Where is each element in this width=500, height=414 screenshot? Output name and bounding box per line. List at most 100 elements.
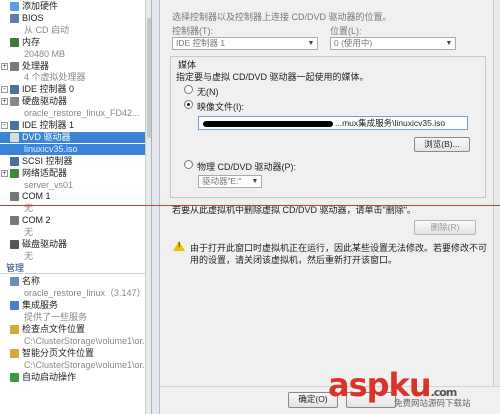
paging-folder-icon [10, 349, 19, 358]
dvd-drive-icon [10, 132, 19, 142]
tree-item[interactable]: DVD 驱动器 [0, 131, 148, 143]
autostart-icon [10, 373, 19, 382]
media-image-file-radio[interactable] [184, 100, 193, 109]
integration-services-icon [10, 301, 19, 310]
tree-item-label: 无 [24, 227, 34, 238]
hardware-tree-pane: 添加硬件 BIOS 从 CD 启动 内存 20480 MB + 处理器 4 个虚拟处理器 - ID… [0, 0, 152, 414]
image-file-path-input[interactable]: ...mux集成服务\linuxicv35.iso [198, 116, 468, 130]
tree-item[interactable]: + 硬盘驱动器 [0, 96, 148, 107]
tree-item-detail: C:\ClusterStorage\volume1\or... [0, 336, 150, 347]
tree-item-label: 集成服务 [22, 300, 59, 310]
expand-icon[interactable]: + [1, 169, 8, 177]
dvd-drive-settings-pane: 选择控制器以及控制器上连接 CD/DVD 驱动器的位置。 控制器(T): IDE… [160, 0, 500, 414]
warning-icon [173, 241, 185, 251]
browse-button[interactable]: 浏览(B)... [414, 137, 470, 152]
tree-item-label: 硬盘驱动器 [22, 96, 68, 107]
controller-select[interactable]: IDE 控制器 1 ▼ [172, 37, 318, 50]
hard-drive-icon [10, 97, 19, 107]
physical-drive-select[interactable]: 驱动器"E:" ▼ [198, 175, 262, 188]
running-vm-warning-line-2: 用的设置，请关闭该虚拟机，然后重新打开该窗口。 [190, 255, 398, 265]
image-file-path-value: ...mux集成服务\linuxicv35.iso [335, 118, 446, 128]
tree-item-label: COM 2 [22, 215, 51, 226]
tree-item-label: 4 个虚拟处理器 [24, 72, 86, 83]
floppy-drive-icon [10, 240, 19, 249]
tree-item[interactable]: 磁盘驱动器 [0, 239, 148, 250]
physical-drive-select-value: 驱动器"E:" [202, 176, 242, 186]
media-physical-drive-radio[interactable] [184, 160, 193, 169]
redacted-path-mark [203, 120, 333, 127]
tree-item-label: DVD 驱动器 [22, 131, 71, 142]
watermark-caption: 免费网站源码下载站 [394, 398, 471, 408]
tree-item[interactable]: 集成服务 [0, 300, 148, 311]
tree-item[interactable]: BIOS [0, 13, 148, 24]
tree-item-label: 检查点文件位置 [22, 324, 86, 334]
checkpoint-folder-icon [10, 325, 19, 334]
add-hardware-icon [10, 2, 19, 11]
media-none-label: 无(N) [197, 87, 219, 97]
controller-label: 控制器(T): [172, 26, 213, 36]
tree-item-detail: 4 个虚拟处理器 [0, 72, 148, 83]
media-none-radio[interactable] [184, 85, 193, 94]
tree-item-detail: 提供了一些服务 [0, 312, 148, 323]
tree-item[interactable]: - IDE 控制器 0 [0, 84, 148, 95]
name-icon [10, 277, 19, 286]
tree-item-label: linuxicv35.iso [24, 143, 78, 154]
tree-item[interactable]: 智能分页文件位置 [0, 348, 148, 359]
tree-item-label: oracle_restore_linux（3.147） [24, 288, 146, 298]
tree-item-label: SCSI 控制器 [22, 155, 73, 166]
tree-item-label: 20480 MB [24, 48, 66, 59]
tree-item-label: 添加硬件 [22, 1, 59, 11]
tree-item-label: 网络适配器 [22, 167, 68, 178]
tree-item[interactable]: COM 1 [0, 191, 148, 202]
tree-item[interactable]: 名称 [0, 276, 148, 287]
tree-item-label: 内存 [22, 36, 41, 47]
tree-item[interactable]: - IDE 控制器 1 [0, 120, 148, 131]
com-port-icon [10, 216, 19, 226]
tree-item[interactable]: 自动启动操作 [0, 372, 148, 383]
settings-scrollbar[interactable] [493, 0, 500, 386]
bios-icon [10, 13, 19, 23]
media-physical-drive-label: 物理 CD/DVD 驱动器(P): [197, 162, 297, 172]
tree-item-label: 智能分页文件位置 [22, 348, 95, 358]
tree-item-label: 自动启动操作 [22, 372, 77, 382]
tree-scrollbar[interactable] [145, 0, 151, 414]
chevron-down-icon: ▼ [445, 40, 453, 47]
tree-item-detail: oracle_restore_linux_FD42... [0, 108, 148, 119]
memory-icon [10, 37, 19, 47]
ide-controller-icon [10, 121, 19, 130]
tree-item-detail: linuxicv35.iso [0, 143, 148, 155]
chevron-down-icon: ▼ [251, 178, 259, 185]
tree-item-label: 从 CD 启动 [24, 24, 70, 35]
collapse-icon[interactable]: - [1, 86, 8, 94]
ide-controller-icon [10, 85, 19, 95]
tree-item-detail: 无 [0, 251, 148, 262]
tree-item[interactable]: COM 2 [0, 215, 148, 226]
tree-item[interactable]: + 处理器 [0, 61, 148, 72]
tree-item-label: 提供了一些服务 [24, 312, 88, 322]
remove-button[interactable]: 删除(R) [414, 220, 476, 235]
media-image-file-label: 映像文件(I): [197, 102, 244, 112]
location-select-value: 0 (使用中) [334, 38, 373, 48]
network-adapter-icon [10, 168, 19, 178]
pane-divider[interactable] [152, 0, 160, 414]
annotation-red-line [0, 205, 500, 206]
management-section-title: 管理 [0, 263, 148, 274]
location-select[interactable]: 0 (使用中) ▼ [330, 37, 456, 50]
tree-item-label: IDE 控制器 1 [22, 120, 75, 130]
location-instruction: 选择控制器以及控制器上连接 CD/DVD 驱动器的位置。 [172, 12, 392, 22]
tree-item-label: 处理器 [22, 60, 50, 71]
chevron-down-icon: ▼ [307, 40, 315, 47]
collapse-icon[interactable]: - [1, 122, 8, 129]
tree-item[interactable]: + 网络适配器 [0, 168, 148, 179]
tree-item-label: server_vs01 [24, 179, 74, 190]
expand-icon[interactable]: + [1, 98, 8, 106]
tree-item-label: 磁盘驱动器 [22, 239, 68, 249]
tree-item[interactable]: 检查点文件位置 [0, 324, 148, 335]
tree-item-label: IDE 控制器 0 [22, 84, 75, 95]
tree-item[interactable]: SCSI 控制器 [0, 156, 148, 167]
tree-item[interactable]: 内存 [0, 37, 148, 48]
tree-item-label: 名称 [22, 276, 41, 286]
expand-icon[interactable]: + [1, 62, 8, 70]
tree-item[interactable]: 添加硬件 [0, 1, 148, 12]
tree-item-label: 无 [24, 250, 34, 261]
